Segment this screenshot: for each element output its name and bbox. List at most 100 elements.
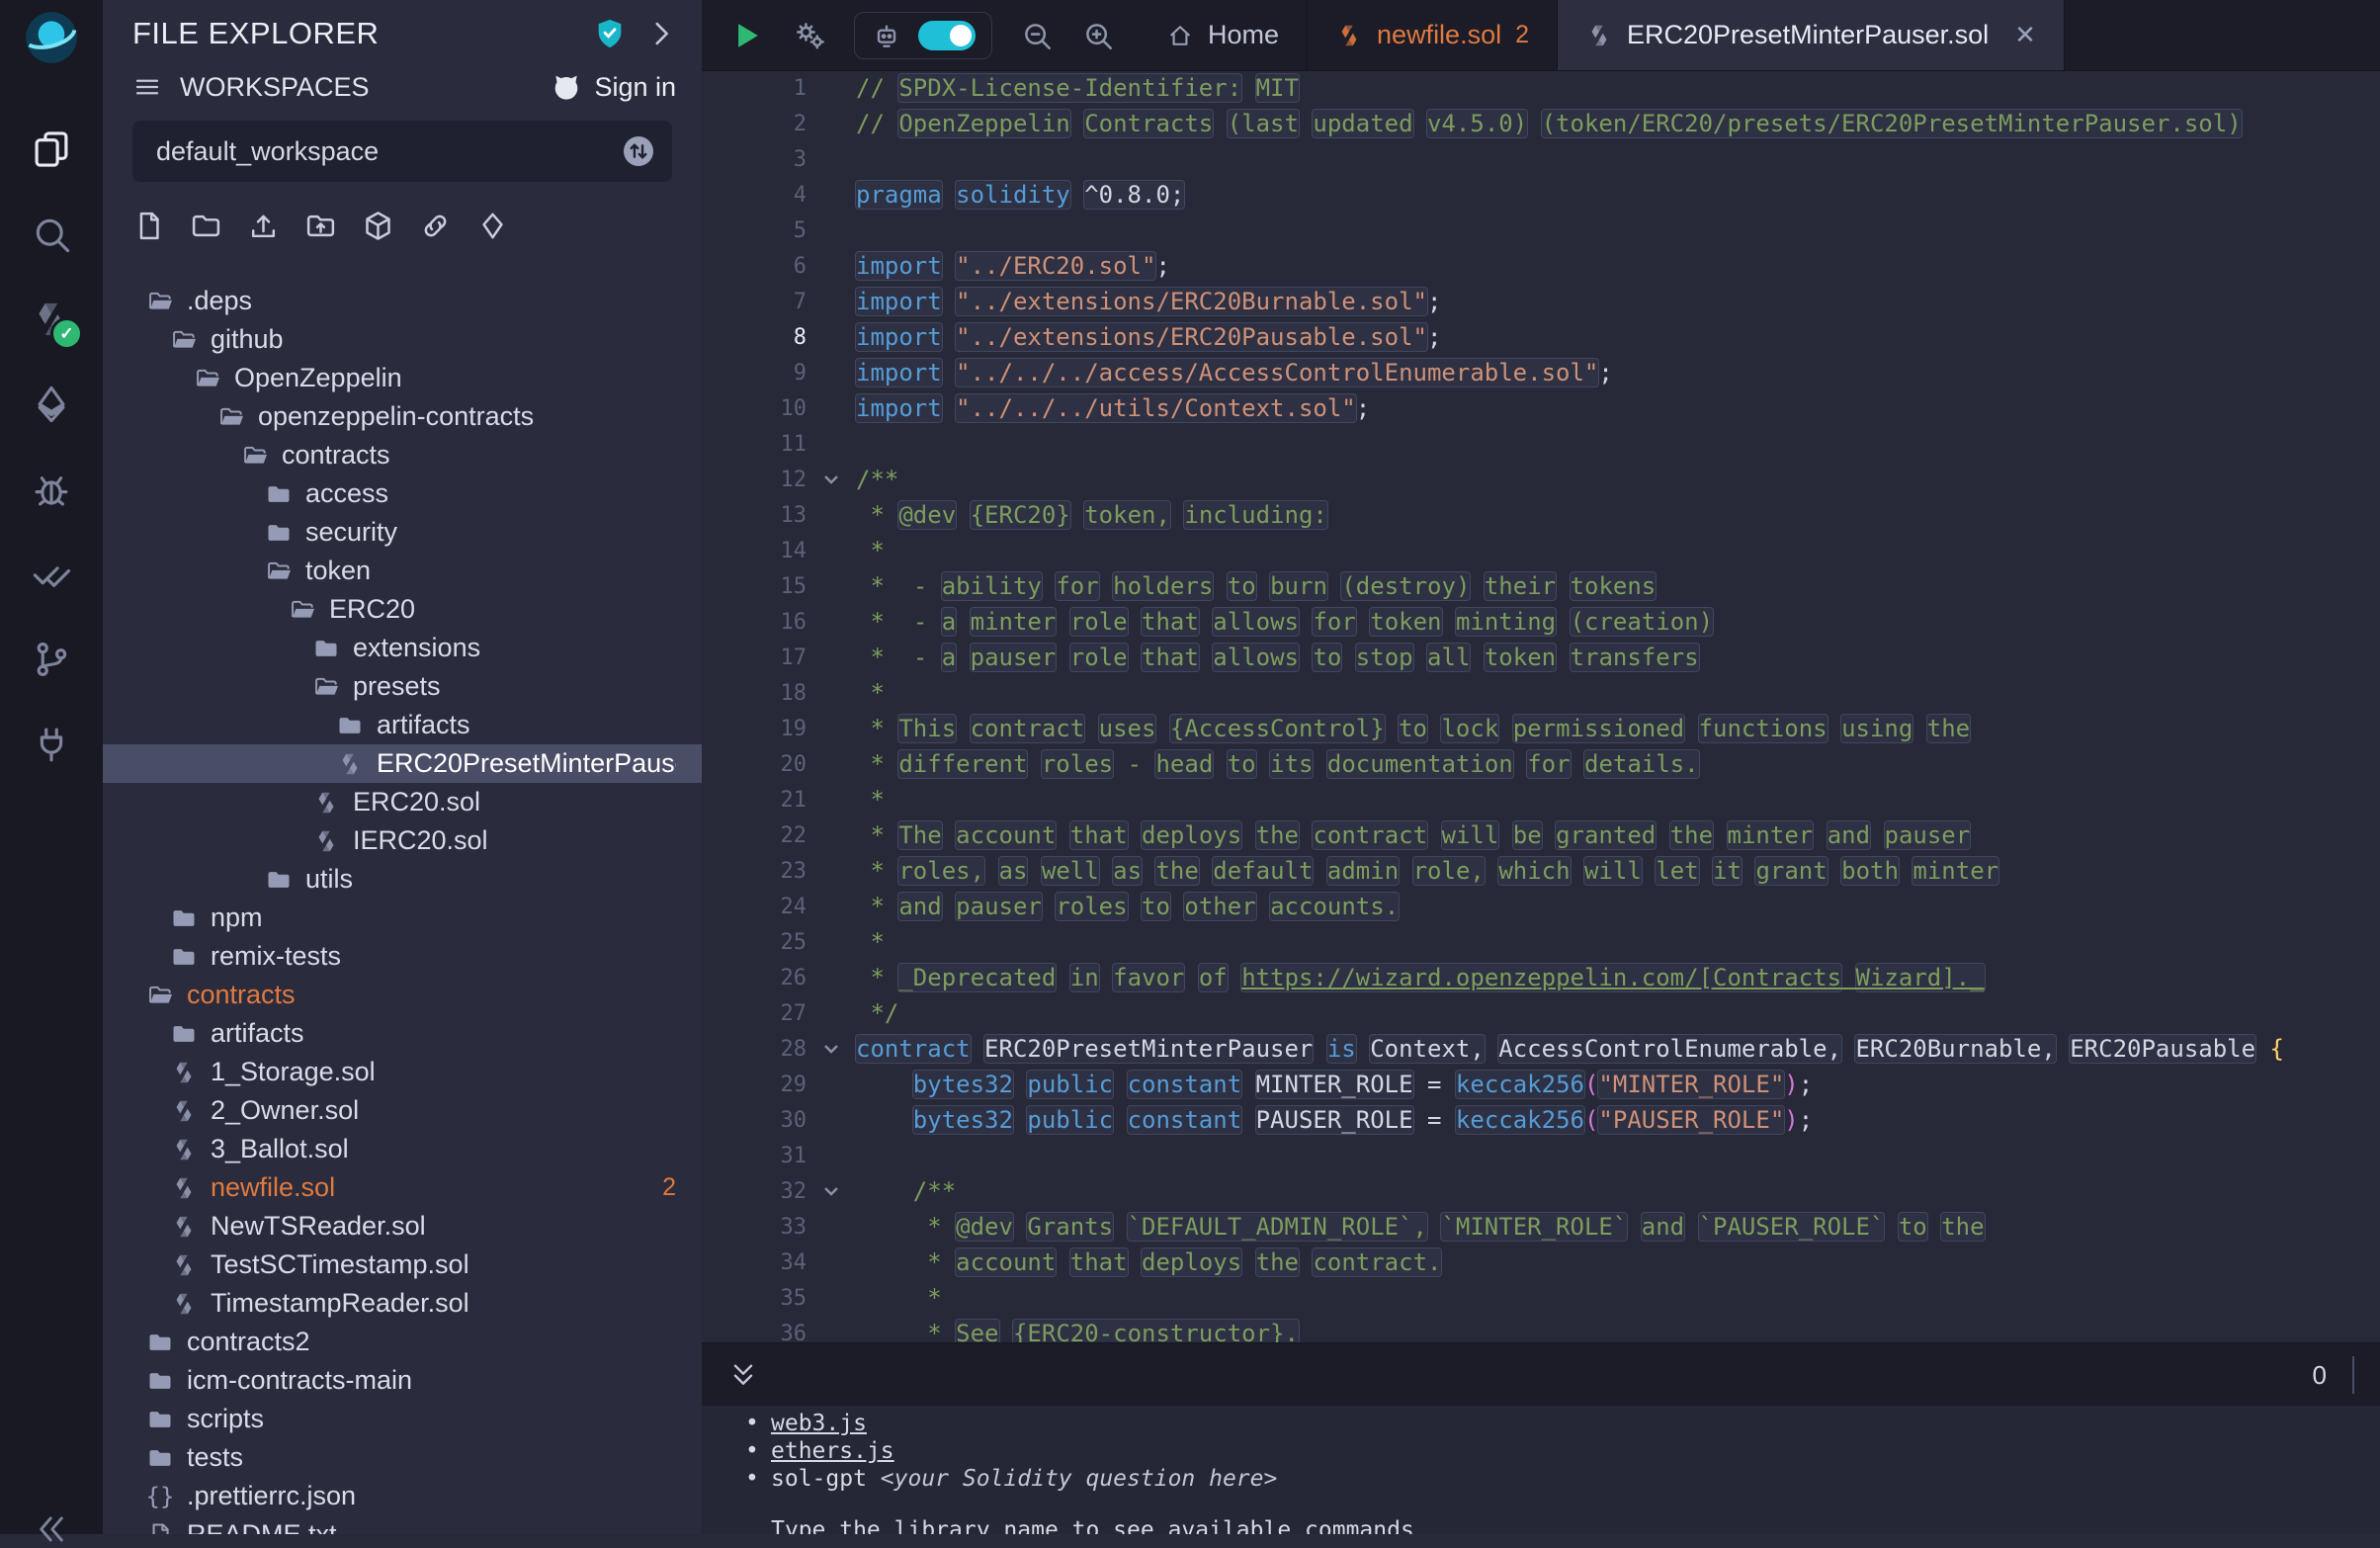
tree-item-label: presets xyxy=(353,671,441,702)
sidebar-plugin-manager[interactable] xyxy=(0,702,103,787)
link-icon[interactable] xyxy=(419,210,452,242)
sidebar-git[interactable] xyxy=(0,617,103,702)
tree-item-utils[interactable]: utils xyxy=(103,860,702,899)
tree-item-erc20presetminterpauser[interactable]: ERC20PresetMinterPauser... xyxy=(103,744,702,783)
tree-item-presets[interactable]: presets xyxy=(103,667,702,706)
file-tree: .depsgithubOpenZeppelinopenzeppelin-cont… xyxy=(103,282,702,1534)
tree-item-newfile-sol[interactable]: newfile.sol2 xyxy=(103,1168,702,1207)
code-line-29: 29 bytes32 public constant MINTER_ROLE =… xyxy=(702,1067,2380,1102)
new-file-icon[interactable] xyxy=(132,210,165,242)
cube-icon[interactable] xyxy=(362,210,394,242)
tree-item-erc20-sol[interactable]: ERC20.sol xyxy=(103,783,702,821)
tree-item-github[interactable]: github xyxy=(103,320,702,359)
tree-item-token[interactable]: token xyxy=(103,552,702,590)
upload-folder-icon[interactable] xyxy=(304,210,337,242)
sidebar-file-explorer[interactable] xyxy=(0,107,103,192)
tree-item-3-ballot-sol[interactable]: 3_Ballot.sol xyxy=(103,1130,702,1168)
tree-item-artifacts[interactable]: artifacts xyxy=(103,1014,702,1053)
tree-item-contracts2[interactable]: contracts2 xyxy=(103,1323,702,1361)
shield-icon xyxy=(593,17,627,50)
tree-item-label: 1_Storage.sol xyxy=(211,1057,376,1087)
folder-icon xyxy=(146,1329,174,1356)
code-editor[interactable]: 1// SPDX-License-Identifier: MIT2// Open… xyxy=(702,70,2380,1342)
run-script-button[interactable] xyxy=(727,17,765,54)
sidebar-solidity-compiler[interactable]: ✓ xyxy=(0,277,103,362)
line-number: 2 xyxy=(702,112,807,136)
zoom-in-button[interactable] xyxy=(1081,19,1115,52)
sidebar-unit-testing[interactable] xyxy=(0,532,103,617)
hamburger-menu-icon[interactable] xyxy=(132,72,162,102)
terminal-output[interactable]: •web3.js•ethers.js•sol-gpt <your Solidit… xyxy=(702,1406,2380,1534)
ai-copilot-toggle[interactable] xyxy=(918,21,976,50)
tree-item-readme-txt[interactable]: README.txt xyxy=(103,1515,702,1534)
fold-chevron-icon[interactable] xyxy=(807,1179,856,1203)
tree-item-deps[interactable]: .deps xyxy=(103,282,702,320)
code-line-25: 25 * xyxy=(702,924,2380,960)
folder-open-icon xyxy=(194,365,221,392)
tab-newfile-sol[interactable]: newfile.sol2 xyxy=(1308,0,1558,70)
script-config-button[interactable] xyxy=(793,19,826,52)
sign-in-button[interactable]: Sign in xyxy=(551,71,676,103)
line-number: 34 xyxy=(702,1250,807,1275)
tree-item-icm-contracts-main[interactable]: icm-contracts-main xyxy=(103,1361,702,1400)
sidebar-debugger[interactable] xyxy=(0,447,103,532)
line-number: 36 xyxy=(702,1322,807,1343)
tree-item-ierc20-sol[interactable]: IERC20.sol xyxy=(103,821,702,860)
sidebar-remix-logo xyxy=(0,0,103,75)
debugger-icon xyxy=(31,469,72,510)
tab-home[interactable]: Home xyxy=(1139,0,1308,70)
workspace-select[interactable]: default_workspace xyxy=(132,121,672,182)
folder-open-icon xyxy=(265,558,293,585)
line-number: 29 xyxy=(702,1073,807,1097)
tree-item-openzeppelin-contracts[interactable]: openzeppelin-contracts xyxy=(103,397,702,436)
tree-item-label: newfile.sol xyxy=(211,1172,335,1203)
close-tab-icon[interactable]: ✕ xyxy=(2014,20,2036,50)
tree-item-openzeppelin[interactable]: OpenZeppelin xyxy=(103,359,702,397)
zoom-out-button[interactable] xyxy=(1020,19,1054,52)
tree-item-tests[interactable]: tests xyxy=(103,1438,702,1477)
code-text: /** xyxy=(856,466,898,493)
sidebar-search[interactable] xyxy=(0,192,103,277)
code-line-2: 2// OpenZeppelin Contracts (last updated… xyxy=(702,106,2380,141)
terminal-link[interactable]: ethers.js xyxy=(771,1437,894,1465)
terminal-line: •web3.js xyxy=(745,1410,2380,1437)
tree-item-scripts[interactable]: scripts xyxy=(103,1400,702,1438)
tree-item-label: .prettierrc.json xyxy=(187,1481,356,1511)
tree-item-remix-tests[interactable]: remix-tests xyxy=(103,937,702,976)
terminal-collapse-icon[interactable] xyxy=(727,1359,759,1391)
terminal-link[interactable]: web3.js xyxy=(771,1410,867,1437)
chevron-right-icon[interactable] xyxy=(644,17,678,50)
upload-file-icon[interactable] xyxy=(247,210,280,242)
tree-item-erc20[interactable]: ERC20 xyxy=(103,590,702,629)
collapse-sidebar-button[interactable] xyxy=(0,1510,103,1548)
folder-icon xyxy=(265,519,293,547)
tree-item-2-owner-sol[interactable]: 2_Owner.sol xyxy=(103,1091,702,1130)
file-explorer-toolbar xyxy=(132,210,672,242)
line-number: 11 xyxy=(702,432,807,457)
code-text: * @dev Grants `DEFAULT_ADMIN_ROLE`, `MIN… xyxy=(856,1213,1985,1241)
tree-item-timestampreader-sol[interactable]: TimestampReader.sol xyxy=(103,1284,702,1323)
code-text: * The account that deploys the contract … xyxy=(856,821,1970,849)
tree-item-artifacts[interactable]: artifacts xyxy=(103,706,702,744)
fold-chevron-icon[interactable] xyxy=(807,468,856,491)
file-explorer-icon xyxy=(31,129,72,170)
tree-item-prettierrc-json[interactable]: {}.prettierrc.json xyxy=(103,1477,702,1515)
new-folder-icon[interactable] xyxy=(190,210,222,242)
tree-item-newtsreader-sol[interactable]: NewTSReader.sol xyxy=(103,1207,702,1246)
fold-chevron-icon[interactable] xyxy=(807,1037,856,1061)
tree-item-npm[interactable]: npm xyxy=(103,899,702,937)
code-text: bytes32 public constant MINTER_ROLE = ke… xyxy=(856,1071,1813,1098)
sidebar-deploy-run[interactable] xyxy=(0,362,103,447)
tree-item-contracts[interactable]: contracts xyxy=(103,436,702,474)
tree-item-security[interactable]: security xyxy=(103,513,702,552)
tree-item-extensions[interactable]: extensions xyxy=(103,629,702,667)
tab-erc20presetminterpauser-sol[interactable]: ERC20PresetMinterPauser.sol✕ xyxy=(1558,0,2065,70)
tree-item-testsctimestamp-sol[interactable]: TestSCTimestamp.sol xyxy=(103,1246,702,1284)
tree-item-contracts[interactable]: contracts xyxy=(103,976,702,1014)
tree-item-1-storage-sol[interactable]: 1_Storage.sol xyxy=(103,1053,702,1091)
kite-icon[interactable] xyxy=(476,210,509,242)
code-text: * _Deprecated in favor of https://wizard… xyxy=(856,964,1985,991)
workspace-selected-value: default_workspace xyxy=(156,136,621,167)
terminal-line: Type the library name to see available c… xyxy=(745,1516,2380,1534)
tree-item-access[interactable]: access xyxy=(103,474,702,513)
